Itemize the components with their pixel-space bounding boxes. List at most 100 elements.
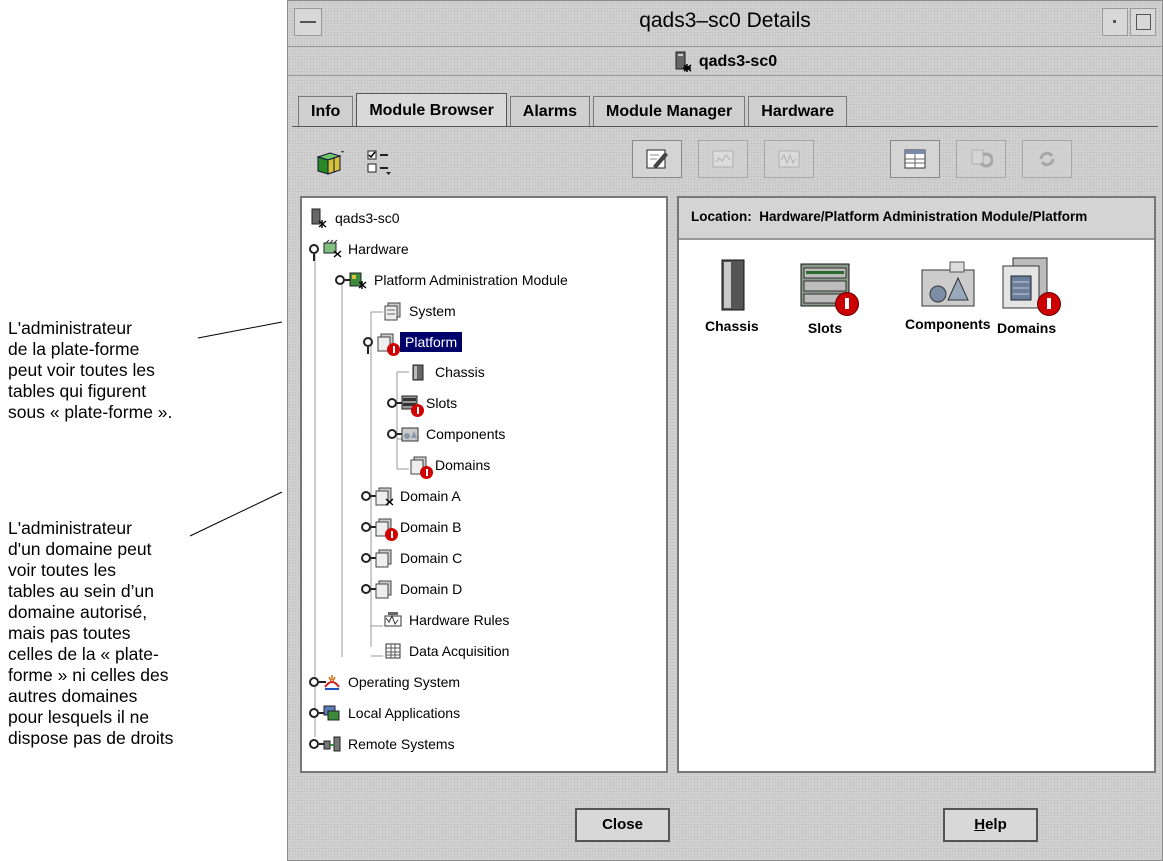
help-button-label: Help	[974, 816, 1007, 833]
tree-item-domain-a[interactable]: Domain A	[361, 484, 463, 508]
detail-item-components[interactable]: Components	[905, 256, 991, 332]
expand-toggle[interactable]	[309, 677, 326, 687]
expand-toggle[interactable]	[309, 739, 326, 749]
minimize-button[interactable]	[1102, 8, 1128, 36]
expand-toggle[interactable]	[361, 522, 378, 532]
domains-icon	[999, 256, 1061, 316]
expand-toggle[interactable]	[361, 491, 378, 501]
reload-icon	[1039, 151, 1055, 167]
tree-item-remote-systems[interactable]: Remote Systems	[309, 732, 457, 756]
tree-item-domain-c[interactable]: Domain C	[361, 546, 464, 570]
tree-label-hardware: Hardware	[348, 241, 409, 257]
tree-item-chassis[interactable]: Chassis	[409, 360, 487, 384]
tree-item-platform-admin-module[interactable]: Platform Administration Module	[335, 268, 570, 292]
detail-pane: Location: Hardware/Platform Administrati…	[677, 196, 1156, 773]
maximize-button[interactable]	[1130, 8, 1156, 36]
components-icon	[921, 261, 975, 307]
server-icon	[675, 51, 692, 72]
grid-table-icon	[385, 643, 401, 659]
tree-label-hardware-rules: Hardware Rules	[409, 612, 510, 628]
graph-button[interactable]	[698, 140, 748, 178]
platform-leader-line	[197, 321, 283, 339]
host-name: qads3-sc0	[698, 53, 778, 70]
domain-icon	[375, 549, 392, 568]
expand-toggle[interactable]	[309, 244, 319, 254]
tree-item-platform[interactable]: Platform	[363, 330, 463, 356]
rules-icon	[384, 612, 402, 627]
tree-item-slots[interactable]: Slots	[387, 391, 459, 417]
expand-toggle[interactable]	[387, 429, 404, 439]
expand-toggle[interactable]	[335, 275, 352, 285]
help-button[interactable]: Help	[943, 808, 1038, 842]
domains-icon	[409, 455, 433, 479]
location-path: Hardware/Platform Administration Module/…	[759, 209, 1088, 224]
domain-alarm-icon	[374, 517, 398, 541]
slots-icon	[797, 256, 859, 316]
remote-systems-icon	[323, 736, 341, 752]
detail-label-chassis: Chassis	[705, 318, 759, 334]
location-label: Location:	[691, 209, 752, 224]
tab-hardware[interactable]: Hardware	[748, 96, 848, 126]
tree-label-chassis: Chassis	[435, 364, 485, 380]
tree-label-domains: Domains	[435, 457, 491, 473]
module-tree[interactable]: qads3-sc0 Hardware Platform Administrati…	[300, 196, 668, 773]
tree-item-data-acquisition[interactable]: Data Acquisition	[383, 639, 511, 663]
expand-toggle[interactable]	[363, 337, 373, 347]
tree-label-domain-c: Domain C	[400, 550, 463, 566]
tree-label-remote-systems: Remote Systems	[348, 736, 455, 752]
table-icon	[904, 149, 926, 169]
detail-label-components: Components	[905, 316, 991, 332]
tree-item-domain-b[interactable]: Domain B	[361, 515, 463, 541]
tree-item-domains[interactable]: Domains	[409, 453, 492, 479]
slots-icon	[400, 393, 424, 417]
host-header: qads3-sc0	[288, 47, 1162, 76]
tree-label-local-applications: Local Applications	[348, 705, 461, 721]
window-title: qads3–sc0 Details	[639, 9, 811, 32]
tree-item-hardware[interactable]: Hardware	[309, 237, 411, 261]
refresh-button[interactable]	[956, 140, 1006, 178]
tree-label-slots: Slots	[426, 395, 458, 411]
tab-alarms[interactable]: Alarms	[509, 96, 591, 126]
module-browser-panel: qads3-sc0 Hardware Platform Administrati…	[292, 126, 1158, 860]
tree-label-platform: Platform	[400, 332, 463, 352]
alarm-badge	[411, 404, 424, 417]
detail-label-domains: Domains	[997, 320, 1057, 336]
tab-info[interactable]: Info	[298, 96, 354, 126]
expand-toggle[interactable]	[387, 398, 404, 408]
tree-label-domain-a: Domain A	[400, 488, 461, 504]
checklist-icon[interactable]	[364, 147, 394, 182]
module-icon	[349, 272, 367, 289]
tab-module-browser[interactable]: Module Browser	[356, 93, 507, 126]
waveform-icon	[778, 150, 800, 168]
detail-label-slots: Slots	[807, 320, 843, 336]
detail-item-chassis[interactable]: Chassis	[705, 256, 759, 334]
tree-item-operating-system[interactable]: Operating System	[309, 670, 462, 694]
tree-item-local-applications[interactable]: Local Applications	[309, 701, 462, 725]
tree-item-system[interactable]: System	[383, 299, 458, 323]
expand-toggle[interactable]	[361, 584, 378, 594]
domain-icon	[375, 580, 392, 599]
expand-toggle[interactable]	[361, 553, 378, 563]
tree-label-data-acquisition: Data Acquisition	[409, 643, 510, 659]
cube-icon[interactable]	[314, 147, 346, 182]
tree-label-operating-system: Operating System	[348, 674, 461, 690]
alarm-badge	[835, 292, 859, 316]
tree-item-domain-d[interactable]: Domain D	[361, 577, 464, 601]
tree-label-domain-d: Domain D	[400, 581, 463, 597]
table-view-button[interactable]	[890, 140, 940, 178]
expand-toggle[interactable]	[309, 708, 326, 718]
title-bar: qads3–sc0 Details	[288, 1, 1162, 47]
table-stack-icon	[384, 302, 401, 321]
tab-module-manager[interactable]: Module Manager	[593, 96, 746, 126]
chassis-icon	[721, 259, 745, 311]
close-button[interactable]: Close	[575, 808, 670, 842]
waveform-button[interactable]	[764, 140, 814, 178]
detail-item-domains[interactable]: Domains	[997, 256, 1061, 336]
detail-item-slots[interactable]: Slots	[797, 256, 859, 336]
table-stack-alarm-icon	[376, 332, 400, 356]
tree-item-hardware-rules[interactable]: Hardware Rules	[383, 608, 511, 632]
reload-button[interactable]	[1022, 140, 1072, 178]
edit-button[interactable]	[632, 140, 682, 178]
tree-item-components[interactable]: Components	[387, 422, 507, 446]
alarm-badge	[420, 466, 433, 479]
